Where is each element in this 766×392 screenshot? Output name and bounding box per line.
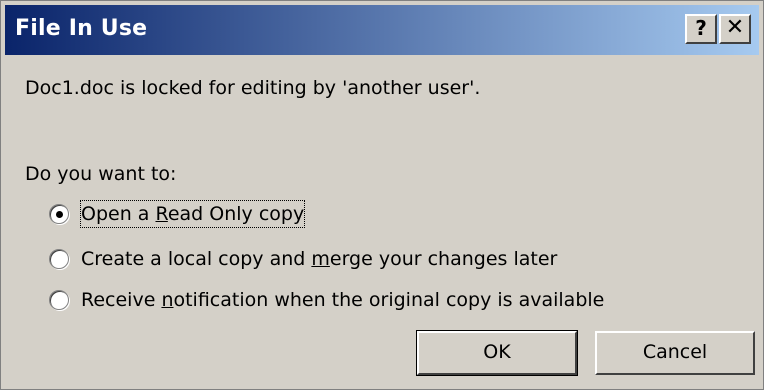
option-local-copy-merge[interactable]: Create a local copy and merge your chang… — [49, 244, 557, 274]
ok-button[interactable]: OK — [416, 330, 578, 376]
lock-message: Doc1.doc is locked for editing by 'anoth… — [25, 77, 481, 99]
radio-notification[interactable] — [49, 290, 69, 310]
radio-local-copy[interactable] — [49, 249, 69, 269]
help-button[interactable]: ? — [685, 14, 717, 44]
question-label: Do you want to: — [25, 163, 177, 185]
cancel-button[interactable]: Cancel — [595, 331, 755, 375]
option-open-read-only[interactable]: Open a Read Only copy — [49, 199, 306, 229]
title-bar[interactable]: File In Use ? ✕ — [5, 5, 759, 55]
close-icon: ✕ — [725, 15, 745, 40]
file-in-use-dialog: File In Use ? ✕ Doc1.doc is locked for e… — [0, 0, 764, 390]
option-label: Receive notification when the original c… — [81, 289, 605, 311]
dialog-title: File In Use — [15, 16, 148, 41]
option-label: Open a Read Only copy — [79, 200, 306, 228]
radio-read-only[interactable] — [49, 204, 69, 224]
option-label: Create a local copy and merge your chang… — [81, 248, 558, 270]
option-receive-notification[interactable]: Receive notification when the original c… — [49, 285, 604, 315]
close-button[interactable]: ✕ — [719, 14, 751, 44]
radio-selected-dot — [56, 211, 63, 218]
